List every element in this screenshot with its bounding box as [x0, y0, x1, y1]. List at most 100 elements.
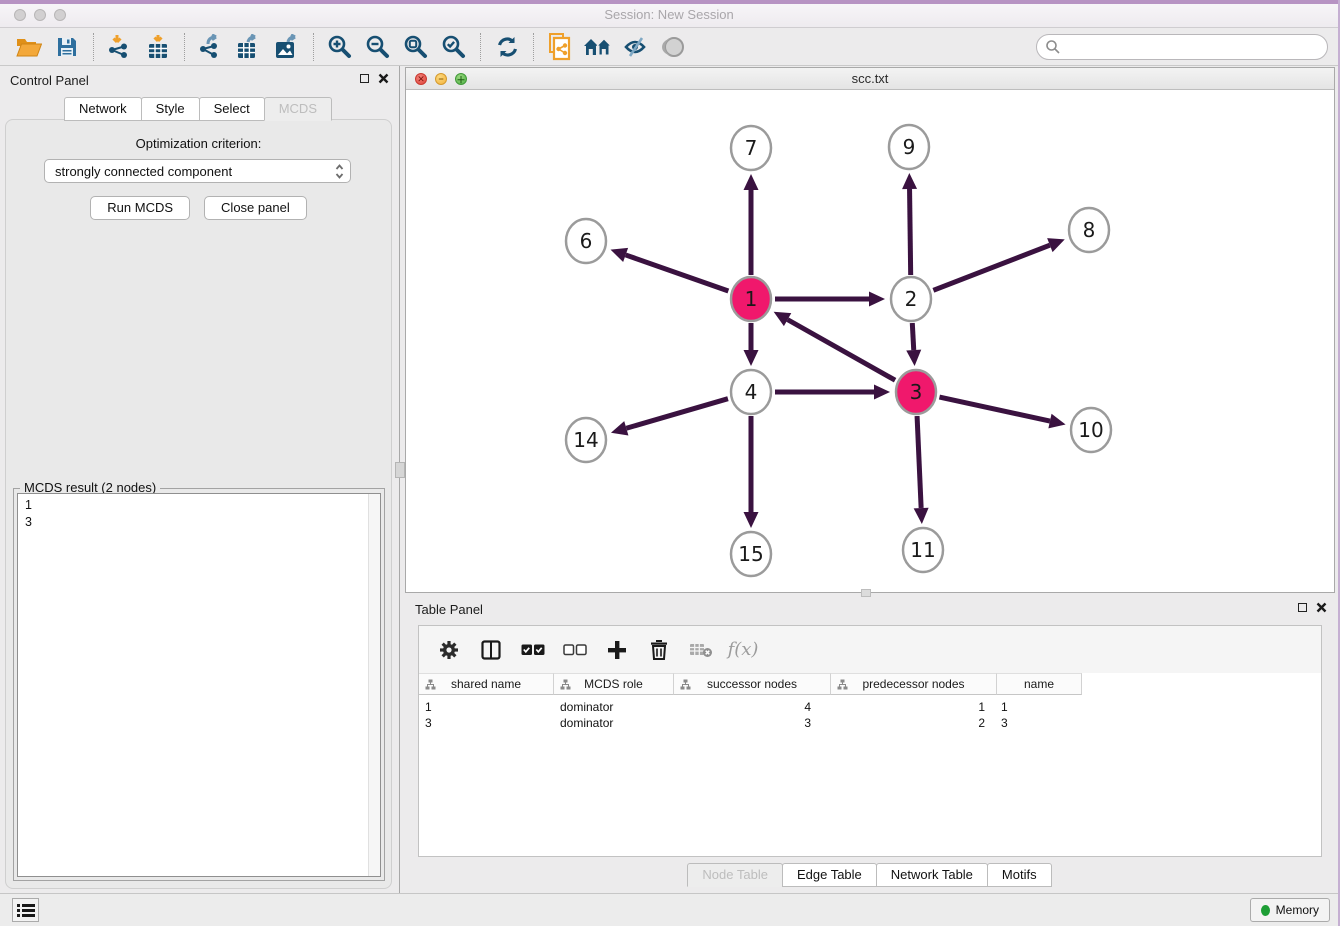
zoom-out-icon[interactable]: [359, 31, 397, 63]
cell-name[interactable]: 1: [991, 699, 1076, 715]
status-bar: Memory: [0, 893, 1338, 926]
edge-2-9[interactable]: [910, 189, 911, 275]
node-label-15: 15: [738, 542, 763, 566]
column-header-predecessor-nodes[interactable]: predecessor nodes: [831, 673, 997, 695]
edge-arrow-2-3: [906, 350, 921, 366]
delete-table-icon[interactable]: [687, 636, 715, 664]
tab-network[interactable]: Network: [64, 97, 142, 121]
cell-name[interactable]: 3: [991, 715, 1076, 731]
zoom-selected-icon[interactable]: [435, 31, 473, 63]
column-header-shared-name[interactable]: shared name: [419, 673, 554, 695]
float-panel-icon[interactable]: [360, 74, 369, 83]
search-icon: [1045, 39, 1061, 55]
network-window-titlebar[interactable]: ✕ − ＋ scc.txt: [406, 68, 1334, 90]
list-icon: [17, 903, 35, 918]
edge-arrow-4-15: [744, 512, 759, 528]
control-panel-header: Control Panel: [0, 66, 397, 94]
export-image-icon[interactable]: [268, 31, 306, 63]
vertical-splitter-handle[interactable]: [395, 462, 405, 478]
criterion-value: strongly connected component: [55, 164, 232, 179]
hide-labels-icon[interactable]: [617, 31, 655, 63]
tab-mcds[interactable]: MCDS: [264, 97, 332, 121]
cell-mcds-role[interactable]: dominator: [554, 699, 674, 715]
mcds-panel: Optimization criterion: strongly connect…: [5, 119, 392, 889]
float-panel-icon[interactable]: [1298, 603, 1307, 612]
cell-successor-nodes[interactable]: 4: [674, 699, 817, 715]
zoom-in-icon[interactable]: [321, 31, 359, 63]
cell-shared-name[interactable]: 1: [419, 699, 554, 715]
close-panel-icon[interactable]: [1316, 602, 1327, 613]
settings-gear-icon[interactable]: [435, 636, 463, 664]
delete-column-icon[interactable]: [645, 636, 673, 664]
mcds-result-group: MCDS result (2 nodes) 1 3: [13, 488, 385, 881]
edge-1-6[interactable]: [626, 255, 729, 291]
edge-2-8[interactable]: [933, 245, 1049, 290]
select-all-icon[interactable]: [519, 636, 547, 664]
cell-mcds-role[interactable]: dominator: [554, 715, 674, 731]
bird-view-icon[interactable]: [655, 31, 693, 63]
tab-select[interactable]: Select: [199, 97, 265, 121]
table-toolbar: f(x): [419, 626, 1321, 673]
network-window-title: scc.txt: [406, 71, 1334, 86]
cell-successor-nodes[interactable]: 3: [674, 715, 817, 731]
run-mcds-button[interactable]: Run MCDS: [90, 196, 190, 220]
mcds-result-textarea[interactable]: 1 3: [17, 493, 381, 877]
close-panel-button[interactable]: Close panel: [204, 196, 307, 220]
toolbar-separator: [480, 33, 481, 61]
edge-arrow-1-7: [744, 174, 759, 190]
cell-predecessor-nodes[interactable]: 1: [817, 699, 991, 715]
toggle-panel-icon[interactable]: [477, 636, 505, 664]
edge-4-14[interactable]: [626, 399, 728, 429]
edge-3-1[interactable]: [788, 320, 896, 381]
clone-network-icon[interactable]: [541, 31, 579, 63]
zoom-fit-icon[interactable]: [397, 31, 435, 63]
network-graph[interactable]: 7968124314101511: [406, 91, 1336, 593]
column-header-name[interactable]: name: [997, 673, 1082, 695]
tab-network-table[interactable]: Network Table: [876, 863, 988, 887]
close-panel-icon[interactable]: [378, 73, 389, 84]
criterion-dropdown[interactable]: strongly connected component: [44, 159, 351, 183]
open-session-icon[interactable]: [10, 31, 48, 63]
edge-3-11[interactable]: [917, 416, 921, 508]
search-field[interactable]: [1036, 34, 1328, 60]
tab-style[interactable]: Style: [141, 97, 200, 121]
edge-arrow-4-14: [611, 421, 628, 435]
column-header-successor-nodes[interactable]: successor nodes: [674, 673, 831, 695]
add-column-icon[interactable]: [603, 636, 631, 664]
cell-shared-name[interactable]: 3: [419, 715, 554, 731]
result-line: 1: [25, 497, 380, 514]
column-header-mcds-role[interactable]: MCDS role: [554, 673, 674, 695]
edge-3-10[interactable]: [939, 397, 1050, 421]
tab-node-table[interactable]: Node Table: [687, 863, 783, 887]
control-panel-title: Control Panel: [10, 73, 89, 88]
export-network-icon[interactable]: [192, 31, 230, 63]
edge-arrow-3-11: [914, 508, 929, 524]
task-history-button[interactable]: [12, 898, 39, 922]
window-title: Session: New Session: [0, 7, 1338, 22]
node-label-3: 3: [910, 380, 923, 404]
table-panel-title: Table Panel: [415, 602, 483, 617]
tab-edge-table[interactable]: Edge Table: [782, 863, 877, 887]
deselect-all-icon[interactable]: [561, 636, 589, 664]
edge-arrow-1-6: [611, 248, 629, 262]
home-icon[interactable]: [579, 31, 617, 63]
cell-predecessor-nodes[interactable]: 2: [817, 715, 991, 731]
save-session-icon[interactable]: [48, 31, 86, 63]
network-view-window: ✕ − ＋ scc.txt 7968124314101511: [405, 67, 1335, 593]
export-table-icon[interactable]: [230, 31, 268, 63]
edge-arrow-1-4: [744, 350, 759, 366]
tab-motifs[interactable]: Motifs: [987, 863, 1052, 887]
table-row[interactable]: 3 dominator 3 2 3: [419, 715, 1321, 731]
search-input[interactable]: [1061, 37, 1327, 57]
refresh-layout-icon[interactable]: [488, 31, 526, 63]
network-canvas[interactable]: 7968124314101511: [406, 91, 1334, 592]
import-network-icon[interactable]: [101, 31, 139, 63]
function-builder-icon[interactable]: f(x): [729, 636, 757, 664]
result-line: 3: [25, 514, 380, 531]
import-table-icon[interactable]: [139, 31, 177, 63]
memory-button[interactable]: Memory: [1250, 898, 1330, 922]
edge-2-3[interactable]: [912, 323, 913, 350]
result-scrollbar[interactable]: [368, 494, 380, 876]
table-row[interactable]: 1 dominator 4 1 1: [419, 699, 1321, 715]
vertical-splitter[interactable]: [399, 66, 400, 893]
